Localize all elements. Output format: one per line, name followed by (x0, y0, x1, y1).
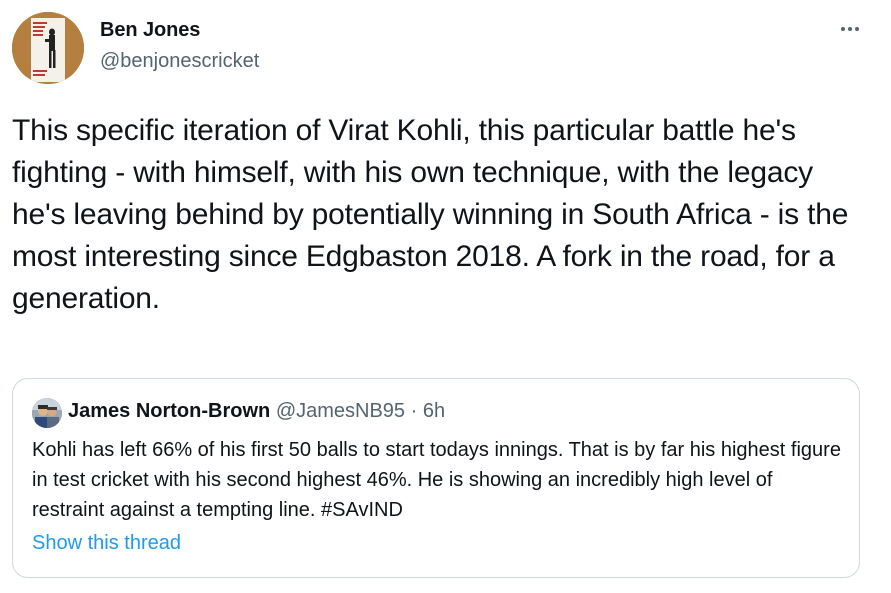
book-cover-avatar-icon (12, 12, 84, 84)
person-avatar-icon (32, 398, 62, 428)
more-options-button[interactable] (835, 18, 865, 40)
quoted-tweet-time[interactable]: 6h (423, 400, 445, 422)
author-avatar[interactable] (12, 12, 84, 84)
show-thread-link[interactable]: Show this thread (32, 532, 181, 555)
quoted-author-avatar[interactable] (32, 398, 62, 428)
quoted-tweet-text: Kohli has left 66% of his first 50 balls… (32, 439, 841, 521)
quoted-author-name[interactable]: James Norton-Brown (68, 400, 270, 422)
quoted-author-handle[interactable]: @JamesNB95 (276, 400, 405, 422)
more-options-dot (848, 27, 852, 31)
author-name[interactable]: Ben Jones (100, 19, 200, 42)
author-handle[interactable]: @benjonescricket (100, 50, 259, 73)
more-options-dot (855, 27, 859, 31)
tweet-text: This specific iteration of Virat Kohli, … (12, 114, 849, 315)
quoted-tweet-header: James Norton-Brown @JamesNB95 · 6h (68, 400, 445, 423)
separator-dot: · (410, 400, 418, 422)
quoted-tweet[interactable]: James Norton-Brown @JamesNB95 · 6h Kohli… (12, 378, 860, 578)
tweet: Ben Jones @benjonescricket This specific… (0, 0, 891, 593)
more-options-icon (841, 27, 845, 31)
